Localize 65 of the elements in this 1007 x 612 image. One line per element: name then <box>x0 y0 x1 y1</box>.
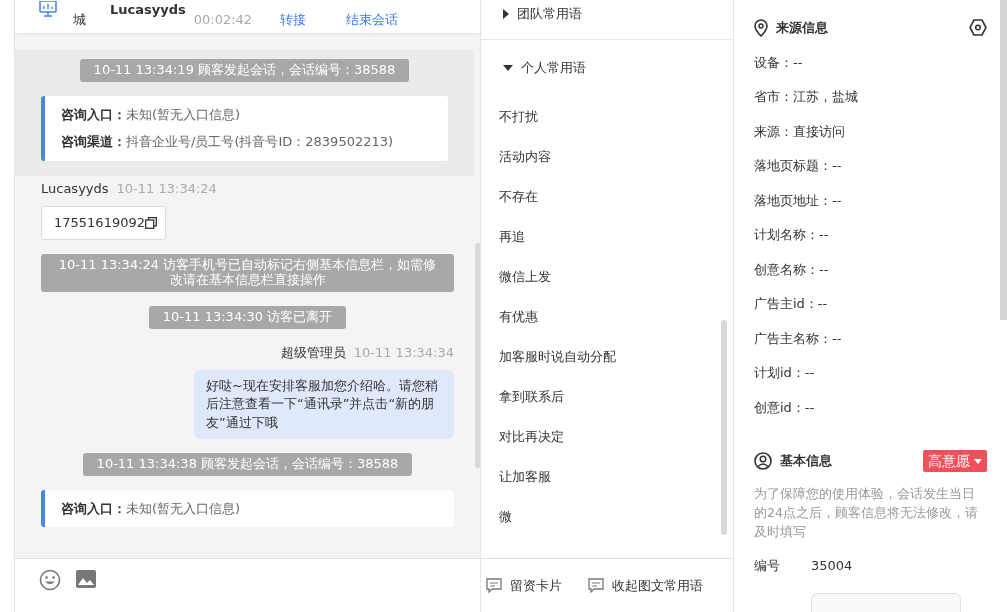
session-duration: 00:02:42 <box>193 10 253 29</box>
toolbar-button[interactable]: 留资卡片 <box>485 574 563 597</box>
comment-icon <box>588 578 604 593</box>
info-field: 来源：直接访问 <box>754 114 987 149</box>
info-field: 计划id：-- <box>754 356 987 391</box>
sender-name: Lucasyyds <box>41 179 109 198</box>
info-field: 省市：江苏，盐城 <box>754 80 987 115</box>
section-title: 基本信息 <box>780 452 833 471</box>
field-value: 未知(暂无入口信息) <box>126 499 241 518</box>
phrase-group-header[interactable]: 团队常用语 <box>481 0 733 40</box>
phrase-item[interactable]: 微 <box>481 497 733 537</box>
emoji-icon[interactable] <box>39 569 61 591</box>
phrase-item[interactable]: 微信上发 <box>481 257 733 297</box>
help-note: 为了保障您的使用体验，会话发生当日的24点之后，顾客信息将无法修改，请及时填写 <box>754 485 979 541</box>
intent-tag[interactable]: 高意愿 <box>923 450 987 473</box>
phrase-group-header[interactable]: 个人常用语 <box>481 48 733 88</box>
system-message: 10-11 13:34:30 访客已离开 <box>148 305 347 329</box>
system-message: 10-11 13:34:19 顾客发起会话，会话编号：38588 <box>79 59 410 82</box>
location-text: 城 <box>73 10 86 29</box>
message-time: 10-11 13:34:24 <box>116 179 217 198</box>
info-field: 广告主名称：-- <box>754 321 987 356</box>
field-value: 未知(暂无入口信息) <box>126 105 241 124</box>
info-field: 落地页标题：-- <box>754 149 987 184</box>
phrase-item[interactable]: 再追 <box>481 217 733 257</box>
phone-number: 17551619092 <box>54 214 145 233</box>
system-message: 10-11 13:34:38 顾客发起会话，会话编号：38588 <box>82 452 413 476</box>
caret-down-icon <box>503 65 513 71</box>
section-title: 来源信息 <box>776 19 829 37</box>
phrase-item[interactable]: 加客服时说自动分配 <box>481 337 733 377</box>
field-label: 咨询入口： <box>61 499 126 518</box>
phrase-item[interactable]: 不打扰 <box>481 97 733 137</box>
phrase-item[interactable]: 活动内容 <box>481 137 733 177</box>
info-field: 计划名称：-- <box>754 218 987 253</box>
caret-right-icon <box>503 8 509 19</box>
phrase-item[interactable]: 拿到联系后 <box>481 377 733 417</box>
toolbar-button[interactable]: 收起图文常用语 <box>587 574 704 597</box>
visitor-name: Lucasyyds <box>110 0 186 19</box>
field-label: 编号 <box>754 556 781 575</box>
location-pin-icon <box>754 18 768 37</box>
comment-icon <box>486 578 502 593</box>
header-action-link[interactable]: 转接 <box>280 9 307 29</box>
image-icon[interactable] <box>75 569 97 589</box>
phrase-item[interactable]: 有优惠 <box>481 297 733 337</box>
info-field: 创意id：-- <box>754 390 987 425</box>
info-field: 设备：-- <box>754 45 987 80</box>
system-message: 10-11 13:34:24 访客手机号已自动标记右侧基本信息栏，如需修改请在基本信息栏直接操作 <box>41 253 454 292</box>
copy-icon[interactable] <box>145 217 157 230</box>
caret-down-icon <box>974 458 982 464</box>
field-value: 35004 <box>811 556 853 575</box>
monitor-icon <box>39 1 57 17</box>
sender-name: 超级管理员 <box>280 343 346 362</box>
field-value: 抖音企业号/员工号(抖音号ID：2839502213) <box>126 133 394 152</box>
info-field: 落地页地址：-- <box>754 183 987 218</box>
info-field: 创意名称：-- <box>754 252 987 287</box>
phrase-item[interactable]: 不存在 <box>481 177 733 217</box>
settings-icon[interactable] <box>969 19 987 37</box>
phrase-item[interactable]: 对比再决定 <box>481 417 733 457</box>
chat-bubble: 好哒~现在安排客服加您介绍哈。请您稍后注意查看一下“通讯录”并点击“新的朋友”通过下哦 <box>194 370 454 439</box>
field-label: 咨询入口： <box>61 105 126 124</box>
user-icon <box>754 452 772 471</box>
field-label: 咨询渠道： <box>61 133 126 152</box>
header-action-link[interactable]: 结束会话 <box>346 9 399 29</box>
info-field: 广告主id：-- <box>754 287 987 322</box>
message-time: 10-11 13:34:34 <box>353 343 454 362</box>
phrase-item[interactable]: 让加客服 <box>481 457 733 497</box>
